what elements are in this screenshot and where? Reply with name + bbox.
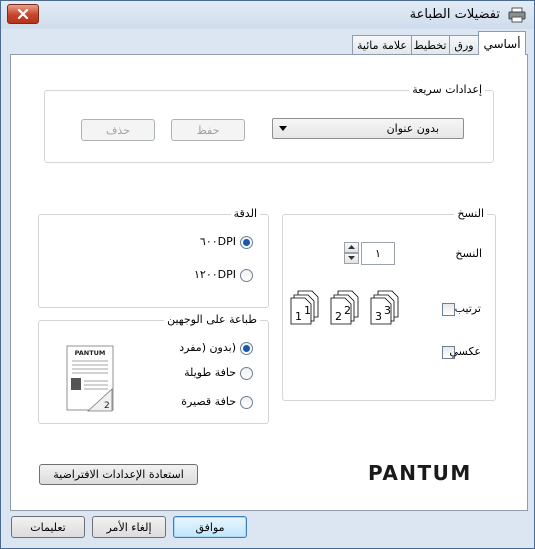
duplex-none-label: (بدون (مفرد (179, 341, 236, 354)
printer-icon (508, 7, 526, 23)
copies-label: النسخ (455, 247, 482, 260)
copies-legend: النسخ (454, 207, 487, 220)
copies-group: النسخ النسخ ١ 1 1 2 2 3 3 ترتيب عكسي (282, 207, 496, 401)
duplex-legend: طباعة على الوجهين (164, 313, 260, 326)
print-preferences-window: تفضيلات الطباعة أساسي ورق تخطيط علامة ما… (0, 0, 535, 549)
copies-stepper[interactable] (344, 242, 359, 264)
quick-settings-group: إعدادات سريعة بدون عنوان حفظ حذف (44, 83, 494, 163)
tab-basic[interactable]: أساسي (478, 31, 526, 55)
tab-strip: أساسي ورق تخطيط علامة مائية (326, 31, 526, 55)
resolution-1200-label: ١٢٠٠DPI (194, 268, 236, 281)
tab-layout[interactable]: تخطيط (410, 35, 450, 54)
save-button[interactable]: حفظ (171, 119, 245, 141)
duplex-preview-icon: PANTUM 2 (66, 345, 114, 412)
duplex-long-edge-label: حافة طويلة (184, 366, 236, 379)
resolution-600-label: ٦٠٠DPI (199, 235, 236, 248)
resolution-legend: الدقة (230, 207, 260, 220)
ok-button[interactable]: موافق (173, 516, 247, 538)
duplex-short-edge-label: حافة قصيرة (181, 395, 236, 408)
duplex-group: طباعة على الوجهين PANTUM 2 (بدون (مفرد ح… (38, 313, 269, 424)
preview-brand: PANTUM (75, 349, 106, 357)
delete-button[interactable]: حذف (81, 119, 155, 141)
close-button[interactable] (7, 4, 39, 24)
preset-value: بدون عنوان (386, 122, 439, 135)
chevron-down-icon (348, 256, 355, 260)
duplex-short-edge-radio[interactable] (240, 396, 253, 409)
svg-text:3: 3 (384, 304, 391, 317)
svg-text:2: 2 (344, 304, 351, 317)
tab-paper[interactable]: ورق (448, 35, 480, 54)
increment-button[interactable] (344, 242, 359, 253)
tab-watermark[interactable]: علامة مائية (352, 35, 412, 54)
preset-dropdown[interactable]: بدون عنوان (272, 118, 464, 139)
window-title: تفضيلات الطباعة (409, 7, 500, 22)
svg-text:1: 1 (304, 304, 311, 317)
restore-defaults-button[interactable]: استعادة الإعدادات الافتراضية (39, 464, 198, 485)
copies-value: ١ (375, 247, 381, 260)
title-bar: تفضيلات الطباعة (1, 1, 534, 29)
resolution-1200-radio[interactable] (240, 269, 253, 282)
cancel-button[interactable]: إلغاء الأمر (92, 516, 166, 538)
collate-pages-icon: 11 22 33 (290, 290, 399, 325)
duplex-long-edge-radio[interactable] (240, 367, 253, 380)
collate-checkbox[interactable] (442, 303, 455, 316)
chevron-down-icon (279, 126, 287, 131)
reverse-label: عكسي (449, 345, 481, 358)
decrement-button[interactable] (344, 253, 359, 264)
help-button[interactable]: تعليمات (11, 516, 85, 538)
copies-field[interactable]: ١ (361, 242, 395, 265)
svg-text:2: 2 (104, 401, 110, 411)
svg-text:1: 1 (295, 310, 302, 323)
resolution-group: الدقة ٦٠٠DPI ١٢٠٠DPI (38, 207, 269, 308)
close-icon (17, 9, 29, 19)
collate-label: ترتيب (454, 302, 481, 315)
pantum-logo: PANTUM (368, 461, 472, 485)
duplex-none-radio[interactable] (240, 342, 253, 355)
svg-text:3: 3 (375, 310, 382, 323)
svg-text:2: 2 (335, 310, 342, 323)
chevron-up-icon (348, 245, 355, 249)
basic-tab-panel: إعدادات سريعة بدون عنوان حفظ حذف النسخ ا… (10, 54, 528, 511)
resolution-600-radio[interactable] (240, 236, 253, 249)
quick-settings-legend: إعدادات سريعة (409, 83, 485, 96)
